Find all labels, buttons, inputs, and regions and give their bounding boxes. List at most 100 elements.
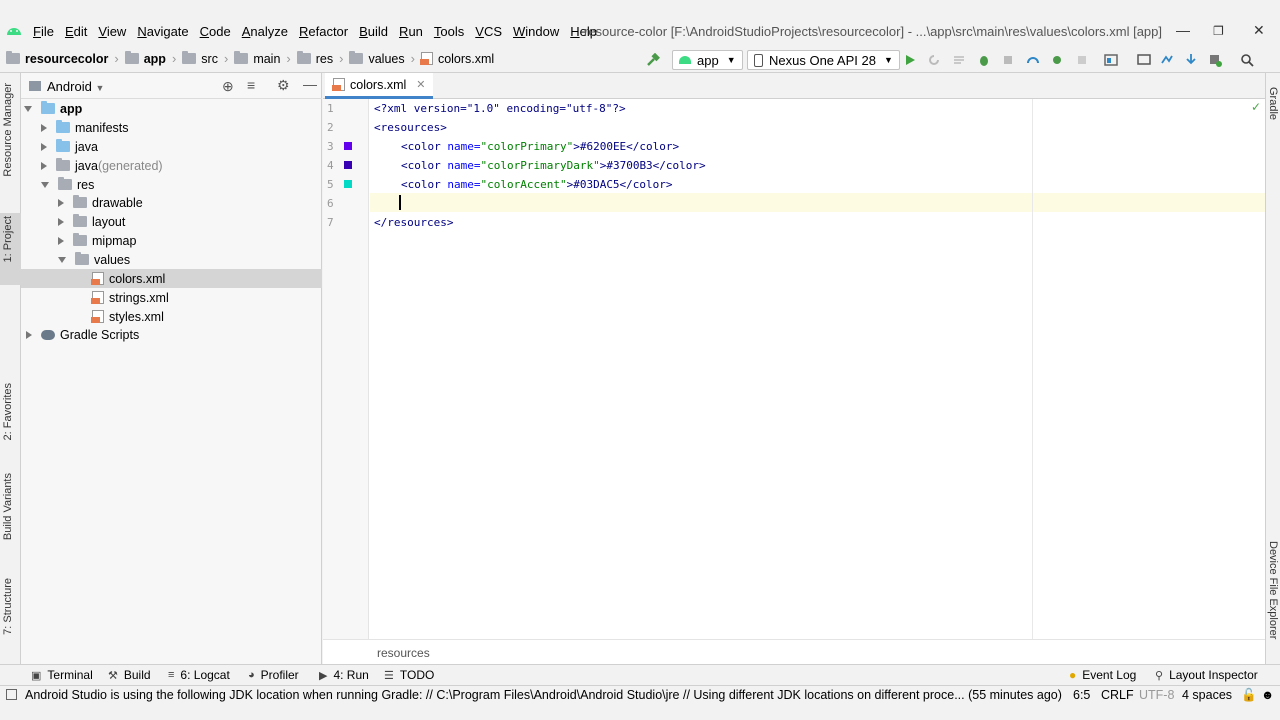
menu-code[interactable]: Code xyxy=(200,24,231,39)
tree-item-drawable[interactable]: drawable xyxy=(56,193,143,212)
tree-item-java-generated[interactable]: java (generated) xyxy=(39,156,163,175)
status-message[interactable]: Android Studio is using the following JD… xyxy=(25,688,1070,702)
avd-manager-icon[interactable] xyxy=(1137,53,1151,67)
menu-vcs[interactable]: VCS xyxy=(475,24,502,39)
breadcrumb-item[interactable]: src › xyxy=(182,51,234,66)
resource-manager-tab[interactable]: Resource Manager xyxy=(2,83,14,177)
code-line-4[interactable]: <color name="colorPrimaryDark">#3700B3</… xyxy=(401,159,706,172)
hide-panel-icon[interactable]: — xyxy=(303,76,317,92)
attach-debugger-icon[interactable] xyxy=(1002,53,1016,67)
debug-icon[interactable] xyxy=(977,53,991,67)
code-line-2[interactable]: <resources> xyxy=(374,121,447,134)
terminal-button[interactable]: ▣ Terminal xyxy=(31,668,93,682)
menu-view[interactable]: View xyxy=(98,24,126,39)
folder-icon xyxy=(73,214,87,227)
folder-icon xyxy=(182,51,197,64)
code-line-1[interactable]: <?xml version="1.0" encoding="utf-8"?> xyxy=(374,102,626,115)
minimize-icon[interactable]: — xyxy=(1176,22,1190,38)
layout-inspector-button[interactable]: ⚲ Layout Inspector xyxy=(1155,668,1258,682)
close-icon[interactable]: ✕ xyxy=(1253,22,1265,39)
menu-build[interactable]: Build xyxy=(359,24,388,39)
stop-icon[interactable] xyxy=(1075,53,1089,67)
tool-window-toggle-icon[interactable] xyxy=(6,689,17,700)
breadcrumb-item[interactable]: values › xyxy=(349,51,420,66)
locate-icon[interactable]: ⊕ xyxy=(222,78,234,95)
editor-breadcrumb-item[interactable]: resources xyxy=(377,646,430,660)
menu-refactor[interactable]: Refactor xyxy=(299,24,348,39)
tree-item-layout[interactable]: layout xyxy=(56,212,125,231)
close-tab-icon[interactable]: ✕ xyxy=(416,78,425,91)
build-variants-tab[interactable]: Build Variants xyxy=(2,473,14,540)
status-bar: Android Studio is using the following JD… xyxy=(0,685,1280,720)
run-button[interactable]: ▶ 4: Run xyxy=(319,668,369,682)
color-swatch-icon[interactable] xyxy=(344,142,352,150)
tree-item-app[interactable]: app xyxy=(24,99,82,118)
apply-code-changes-icon[interactable] xyxy=(952,53,966,67)
favorites-tab[interactable]: 2: Favorites xyxy=(2,383,14,440)
attach-process-icon[interactable] xyxy=(1050,53,1064,67)
color-swatch-icon[interactable] xyxy=(344,161,352,169)
code-line-7[interactable]: </resources> xyxy=(374,216,453,229)
tree-item-gradle-scripts[interactable]: Gradle Scripts xyxy=(24,325,139,344)
line-separator[interactable]: CRLF xyxy=(1101,688,1134,702)
caret-position[interactable]: 6:5 xyxy=(1073,688,1090,702)
breadcrumb-item[interactable]: app › xyxy=(124,51,183,66)
structure-tab[interactable]: 7: Structure xyxy=(2,578,14,635)
hammer-icon[interactable] xyxy=(646,53,660,67)
search-icon[interactable] xyxy=(1240,53,1254,67)
tree-item-styles-xml[interactable]: styles.xml xyxy=(91,307,164,326)
build-button[interactable]: ⚒ Build xyxy=(108,668,151,682)
menu-bar: File Edit View Navigate Code Analyze Ref… xyxy=(0,0,1280,46)
tree-item-mipmap[interactable]: mipmap xyxy=(56,231,136,250)
menu-run[interactable]: Run xyxy=(399,24,423,39)
profiler-button[interactable]: ◕ Profiler xyxy=(248,668,299,682)
menu-navigate[interactable]: Navigate xyxy=(137,24,188,39)
folder-icon xyxy=(6,51,20,64)
project-tool-tab[interactable]: 1: Project xyxy=(2,216,14,262)
profile-icon[interactable] xyxy=(1026,53,1040,67)
tree-item-res[interactable]: res xyxy=(39,175,94,194)
breadcrumb-item[interactable]: colors.xml xyxy=(419,52,494,66)
device-manager-icon[interactable] xyxy=(1208,53,1222,67)
gradle-tab[interactable]: Gradle xyxy=(1267,87,1279,120)
project-view-selector[interactable]: Android ▼ xyxy=(47,79,104,94)
color-swatch-icon[interactable] xyxy=(344,180,352,188)
indent-setting[interactable]: 4 spaces xyxy=(1182,688,1232,702)
code-line-3[interactable]: <color name="colorPrimary">#6200EE</colo… xyxy=(401,140,679,153)
code-line-5[interactable]: <color name="colorAccent">#03DAC5</color… xyxy=(401,178,673,191)
event-log-icon: ● xyxy=(1069,668,1077,682)
tree-item-values[interactable]: values xyxy=(56,250,130,269)
current-line-highlight xyxy=(370,193,1265,212)
notifications-icon[interactable]: ☻ xyxy=(1261,688,1274,702)
run-icon[interactable] xyxy=(903,53,917,67)
tree-item-manifests[interactable]: manifests xyxy=(39,118,129,137)
tree-item-java[interactable]: java xyxy=(39,137,98,156)
breadcrumb-item[interactable]: resourcecolor › xyxy=(6,51,125,66)
device-dropdown[interactable]: Nexus One API 28 ▼ xyxy=(747,50,900,70)
run-config-dropdown[interactable]: app ▼ xyxy=(672,50,743,70)
sync-gradle-icon[interactable] xyxy=(1160,53,1174,67)
menu-tools[interactable]: Tools xyxy=(434,24,464,39)
project-structure-icon[interactable] xyxy=(1104,53,1118,67)
menu-analyze[interactable]: Analyze xyxy=(242,24,288,39)
tree-item-strings-xml[interactable]: strings.xml xyxy=(91,288,169,307)
menu-window[interactable]: Window xyxy=(513,24,559,39)
logcat-button[interactable]: ≡ 6: Logcat xyxy=(168,668,230,682)
event-log-button[interactable]: ● Event Log xyxy=(1069,668,1136,682)
breadcrumb-item[interactable]: res › xyxy=(296,51,350,66)
tab-colors-xml[interactable]: colors.xml ✕ xyxy=(325,73,434,99)
line-number: 5 xyxy=(327,178,334,191)
sdk-manager-icon[interactable] xyxy=(1184,53,1198,67)
restore-icon[interactable]: ❐ xyxy=(1213,24,1224,38)
device-file-explorer-tab[interactable]: Device File Explorer xyxy=(1267,541,1279,639)
file-encoding[interactable]: UTF-8 xyxy=(1139,688,1174,702)
breadcrumb-item[interactable]: main › xyxy=(234,51,296,66)
todo-button[interactable]: ☰ TODO xyxy=(384,668,434,682)
tree-item-colors-xml[interactable]: colors.xml xyxy=(91,269,165,288)
menu-edit[interactable]: Edit xyxy=(65,24,87,39)
lock-icon[interactable]: 🔓 xyxy=(1241,688,1257,703)
apply-changes-icon[interactable] xyxy=(927,53,941,67)
collapse-all-icon[interactable]: ≡ xyxy=(247,77,255,93)
gear-icon[interactable]: ⚙ xyxy=(277,77,290,94)
menu-file[interactable]: File xyxy=(33,24,54,39)
